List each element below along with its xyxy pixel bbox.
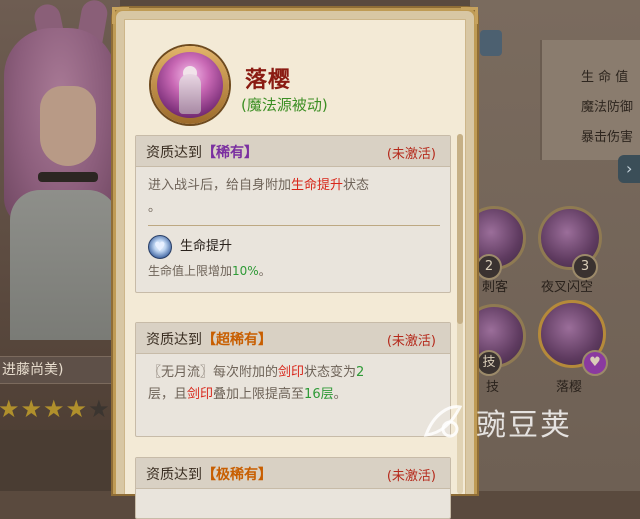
character-name-label: 进藤尚美) (0, 356, 118, 384)
divider (148, 225, 440, 226)
stat-label-hp: 生 命 值 (581, 70, 629, 85)
tier-requirement: 资质达到【稀有】 (146, 142, 258, 162)
desc-text: 状态变为 (304, 365, 357, 380)
desc-text: 状态 (343, 178, 370, 193)
buff-desc-highlight: 10% (232, 264, 259, 278)
tier-prefix: 资质达到 (146, 332, 202, 348)
tier-card-body: 〖无月流〗每次附加的剑印状态变为2 层，且剑印叠加上限提高至16层。 (136, 354, 450, 436)
desc-period: 。 (148, 200, 162, 215)
desc-text: 进入战斗后，给自身附加 (148, 178, 292, 193)
skill-label: 夜叉闪空 (541, 280, 594, 295)
activation-status: (未激活) (386, 147, 436, 162)
portrait-figure-body (179, 74, 201, 114)
skill-portrait-image (157, 52, 223, 118)
star-icon: ★ (20, 395, 43, 423)
tier-prefix: 资质达到 (146, 467, 202, 483)
tier-card-rare: 资质达到【稀有】 (未激活) 进入战斗后，给自身附加生命提升状态 。 生命提升 … (135, 135, 451, 293)
desc-highlight: 剑印 (278, 365, 305, 380)
buff-desc-text: 。 (258, 264, 271, 278)
rarity-label: 【稀有】 (202, 145, 258, 161)
desc-highlight: 2 (356, 365, 365, 380)
tier-description: 进入战斗后，给自身附加生命提升状态 (148, 175, 440, 197)
skill-label: 刺客 (482, 280, 509, 295)
star-icon-empty: ★ (88, 395, 110, 423)
watermark-text: 豌豆荚 (476, 408, 572, 443)
tier-card-header: 资质达到【极稀有】 (未激活) (136, 458, 450, 489)
scrollbar-thumb[interactable] (457, 134, 463, 324)
tier-card-header: 资质达到【超稀有】 (未激活) (136, 323, 450, 354)
character-dress (10, 190, 118, 340)
buff-name: 生命提升 (180, 239, 233, 254)
watermark: 豌豆荚 (420, 392, 572, 452)
character-face (40, 86, 96, 166)
heart-shield-icon (148, 235, 172, 259)
skill-type: (魔法源被动) (241, 96, 328, 114)
activation-status: (未激活) (386, 469, 436, 484)
activation-status: (未激活) (386, 334, 436, 349)
tier-prefix: 资质达到 (146, 145, 202, 161)
star-icon: ★ (65, 395, 88, 423)
desc-highlight: 生命提升 (291, 178, 344, 193)
buff-row: 生命提升 (148, 234, 440, 260)
desc-text: 。 (333, 387, 347, 402)
desc-text: 〖无月流〗每次附加的 (148, 365, 279, 380)
buff-description: 生命值上限增加10%。 (148, 260, 440, 282)
skill-name: 落樱 (245, 68, 292, 93)
buff-desc-text: 生命值上限增加 (148, 264, 233, 278)
tier-card-body: 进入战斗后，给自身附加生命提升状态 。 生命提升 生命值上限增加10%。 (136, 167, 450, 292)
stat-label-mdef: 魔法防御 (581, 100, 634, 115)
desc-text: 层，且 (148, 387, 188, 402)
rarity-label: 【超稀有】 (202, 332, 272, 348)
skill-badge-heart: ♥ (582, 350, 608, 376)
popup-content: 落樱 (魔法源被动) 资质达到【稀有】 (未激活) 进入战斗后，给自身附加生命提… (124, 19, 466, 519)
tier-requirement: 资质达到【极稀有】 (146, 464, 272, 484)
desc-text: 叠加上限提高至 (213, 387, 305, 402)
menu-tab-icon[interactable] (480, 30, 502, 56)
tier-card-ultra-rare: 资质达到【极稀有】 (未激活) (135, 457, 451, 519)
desc-highlight: 16层 (304, 387, 334, 402)
tier-description: 〖无月流〗每次附加的剑印状态变为2 层，且剑印叠加上限提高至16层。 (148, 362, 440, 406)
tier-card-header: 资质达到【稀有】 (未激活) (136, 136, 450, 167)
expand-tab-button[interactable]: › (618, 155, 640, 183)
stat-label-critdmg: 暴击伤害 (581, 130, 634, 145)
tier-card-super-rare: 资质达到【超稀有】 (未激活) 〖无月流〗每次附加的剑印状态变为2 层，且剑印叠加… (135, 322, 451, 437)
star-icon: ★ (0, 395, 20, 423)
skill-header: 落樱 (魔法源被动) (125, 20, 465, 132)
character-collar (38, 172, 98, 182)
desc-highlight: 剑印 (187, 387, 214, 402)
rarity-label: 【极稀有】 (202, 467, 272, 483)
wandoujia-logo-icon (420, 399, 466, 445)
star-icon: ★ (43, 395, 65, 423)
skill-portrait-frame (151, 46, 229, 124)
background-left-footer (0, 430, 120, 491)
skill-badge: 技 (476, 350, 502, 376)
tier-requirement: 资质达到【超稀有】 (146, 329, 272, 349)
